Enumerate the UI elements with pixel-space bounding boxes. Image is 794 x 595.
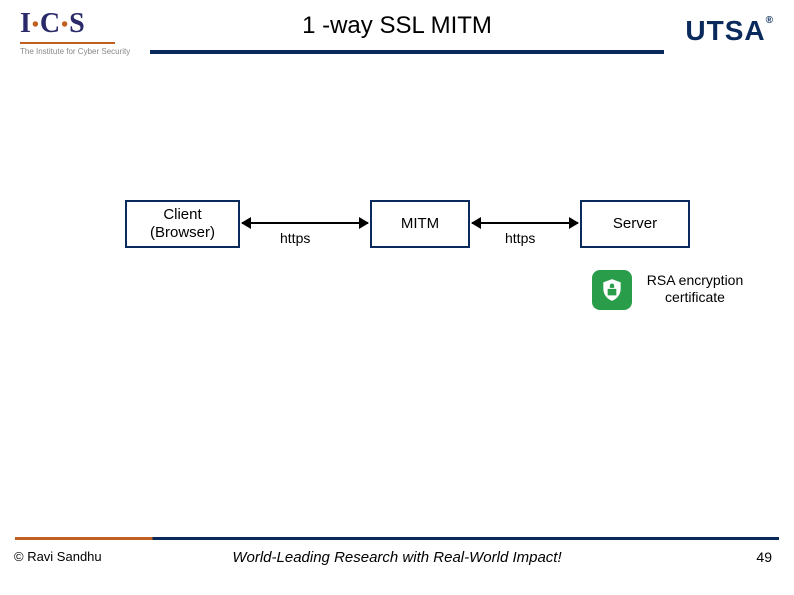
- arrow1-label: https: [280, 230, 310, 246]
- arrow-head-left-icon: [241, 217, 251, 229]
- arrow2-label: https: [505, 230, 535, 246]
- client-label-1: Client: [163, 206, 201, 224]
- client-box: Client (Browser): [125, 200, 240, 248]
- mitm-label: MITM: [401, 215, 439, 233]
- arrow-head-left-icon: [471, 217, 481, 229]
- slide-title: 1 -way SSL MITM: [0, 12, 794, 40]
- trademark-icon: ®: [766, 15, 774, 26]
- client-label-2: (Browser): [150, 224, 215, 242]
- footer-tagline: World-Leading Research with Real-World I…: [0, 549, 794, 566]
- arrow-head-right-icon: [569, 217, 579, 229]
- arrow-client-mitm: [242, 222, 368, 224]
- server-label: Server: [613, 215, 657, 233]
- certificate-icon: [592, 270, 632, 310]
- utsa-logo: UTSA®: [685, 15, 774, 47]
- arrow-head-right-icon: [359, 217, 369, 229]
- ics-logo-subtext: The Institute for Cyber Security: [20, 47, 150, 56]
- title-underline: [150, 50, 664, 54]
- cert-label-1: RSA encryption: [647, 272, 744, 288]
- mitm-box: MITM: [370, 200, 470, 248]
- utsa-logo-text: UTSA: [685, 15, 765, 46]
- slide-header: I•C•S The Institute for Cyber Security 1…: [0, 0, 794, 80]
- server-box: Server: [580, 200, 690, 248]
- arrow-mitm-server: [472, 222, 578, 224]
- footer-page-number: 49: [756, 549, 772, 565]
- cert-label-2: certificate: [665, 289, 725, 305]
- certificate-label: RSA encryption certificate: [640, 272, 750, 306]
- footer-divider: [15, 537, 779, 540]
- slide-footer: © Ravi Sandhu World-Leading Research wit…: [0, 543, 794, 583]
- ics-logo-underline: [20, 42, 115, 44]
